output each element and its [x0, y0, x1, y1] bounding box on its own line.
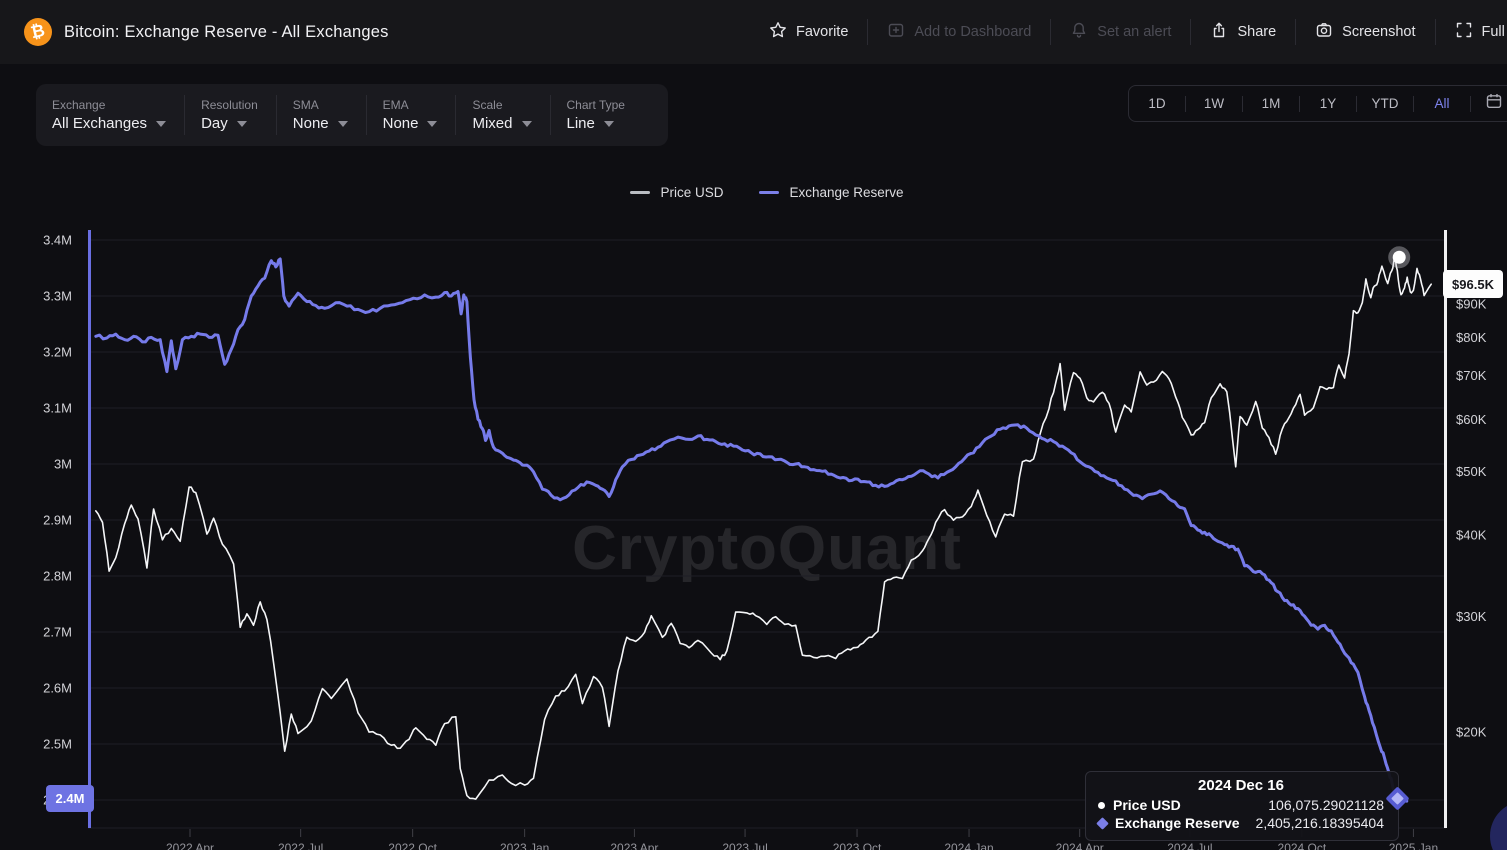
left-axis-tick-label: 2.8M	[43, 569, 72, 584]
right-axis-tick-label: $60K	[1456, 412, 1487, 427]
right-axis-tick-label: $20K	[1456, 725, 1487, 740]
left-axis-tick-label: 3.2M	[43, 345, 72, 360]
x-axis-tick-label: 2024 Oct	[1278, 841, 1327, 850]
x-axis-tick-label: 2023 Jul	[722, 841, 767, 850]
price-series-line	[96, 257, 1431, 799]
price-hover-marker	[1393, 251, 1406, 264]
left-axis-tick-label: 2.7M	[43, 625, 72, 640]
left-axis-tick-label: 3.1M	[43, 401, 72, 416]
x-axis-tick-label: 2022 Oct	[388, 841, 437, 850]
x-axis-tick-label: 2024 Jan	[944, 841, 993, 850]
left-axis-tick-label: 2.6M	[43, 681, 72, 696]
reserve-current-badge: 2.4M	[46, 785, 94, 812]
left-axis-tick-label: 3.4M	[43, 233, 72, 248]
right-axis-tick-label: $90K	[1456, 297, 1487, 312]
price-current-badge: $96.5K	[1443, 270, 1503, 298]
tooltip-row-price: Price USD 106,075.29021128	[1098, 797, 1384, 813]
x-axis-tick-label: 2023 Apr	[610, 841, 658, 850]
dot-marker-icon	[1098, 802, 1105, 809]
left-axis-tick-label: 3M	[54, 457, 72, 472]
x-axis-tick-label: 2023 Jan	[500, 841, 549, 850]
hover-tooltip: 2024 Dec 16 Price USD 106,075.29021128 E…	[1085, 771, 1399, 841]
right-axis-tick-label: $70K	[1456, 368, 1487, 383]
right-axis-tick-label: $80K	[1456, 330, 1487, 345]
x-axis-tick-label: 2022 Apr	[166, 841, 214, 850]
x-axis-tick-label: 2025 Jan	[1389, 841, 1438, 850]
left-axis-tick-label: 2.5M	[43, 737, 72, 752]
tooltip-date: 2024 Dec 16	[1098, 777, 1384, 794]
diamond-marker-icon	[1096, 817, 1109, 830]
x-axis-tick-label: 2022 Jul	[278, 841, 323, 850]
right-axis-tick-label: $30K	[1456, 609, 1487, 624]
cryptoquant-chart-page: { "header": { "title": "Bitcoin: Exchang…	[0, 0, 1507, 850]
left-axis-tick-label: 2.9M	[43, 513, 72, 528]
right-axis-tick-label: $50K	[1456, 464, 1487, 479]
right-axis-tick-label: $40K	[1456, 527, 1487, 542]
left-axis-tick-label: 3.3M	[43, 289, 72, 304]
price-reserve-chart[interactable]: 3.4M 3.3M 3.2M 3.1M 3M 2.9M 2.8M 2.7M 2.6M 2.5M 2.…	[0, 0, 1507, 850]
x-axis-tick-label: 2024 Apr	[1056, 841, 1104, 850]
tooltip-row-reserve: Exchange Reserve 2,405,216.18395404	[1098, 815, 1384, 831]
x-axis-tick-label: 2023 Oct	[833, 841, 882, 850]
x-axis-tick-label: 2024 Jul	[1167, 841, 1212, 850]
